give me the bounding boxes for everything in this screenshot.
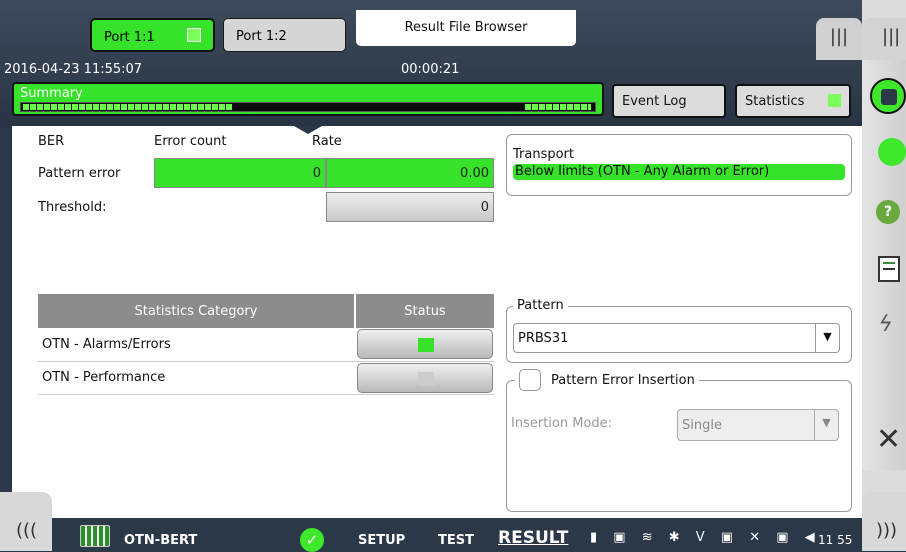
transport-panel: Transport Below limits (OTN - Any Alarm …	[506, 134, 852, 196]
pattern-error-count: 0	[154, 158, 326, 188]
port1-status-indicator	[187, 28, 201, 42]
system-tray-icons: ▮ ▣ ≋ ✱ V ▣ ✕ ▣ ◀	[590, 530, 821, 545]
statistics-status-indicator	[828, 94, 841, 107]
statistics-label: Statistics	[745, 94, 805, 109]
pattern-group: Pattern PRBS31 ▼	[506, 298, 852, 363]
tab-statistics[interactable]: Statistics	[735, 84, 851, 118]
app-icon	[80, 525, 110, 547]
insertion-mode-select[interactable]: Single ▼	[677, 409, 839, 441]
close-icon[interactable]: ✕	[876, 422, 901, 457]
insertion-mode-label: Insertion Mode:	[511, 416, 613, 431]
result-button[interactable]: RESULT	[498, 528, 568, 548]
status-button[interactable]	[357, 329, 493, 360]
elapsed-time: 00:00:21	[401, 62, 460, 77]
statistics-category-header: Statistics Category	[38, 294, 356, 328]
insertion-legend-label: Pattern Error Insertion	[551, 372, 695, 388]
menu-icon[interactable]: |||	[816, 18, 862, 60]
status-indicator	[418, 338, 434, 353]
error-count-header: Error count	[154, 134, 227, 149]
insertion-mode-value: Single	[682, 418, 722, 433]
pattern-error-insertion-checkbox[interactable]	[519, 369, 541, 391]
insertion-legend: Pattern Error Insertion	[515, 369, 699, 391]
summary-bar-segment-right	[525, 104, 591, 110]
scroll-right-button[interactable]: )))	[862, 492, 906, 551]
transport-title: Transport	[513, 147, 575, 162]
tab-event-log[interactable]: Event Log	[612, 84, 726, 118]
status-indicator	[418, 371, 434, 386]
statistics-category: OTN - Alarms/Errors	[38, 328, 355, 362]
threshold-value: 0	[326, 192, 494, 222]
ber-label: BER	[38, 134, 65, 149]
sidebar-menu-icon[interactable]: |||	[862, 18, 906, 60]
app-name: OTN-BERT	[124, 533, 198, 548]
clock: 11 55	[818, 533, 853, 547]
chevron-down-icon: ▼	[815, 324, 839, 352]
port2-label: Port 1:2	[236, 29, 287, 44]
summary-label: Summary	[20, 86, 83, 101]
transport-status: Below limits (OTN - Any Alarm or Error)	[513, 164, 845, 180]
pattern-error-rate: 0.00	[326, 158, 494, 188]
chevron-down-icon: ▼	[814, 410, 838, 440]
status-button[interactable]	[357, 362, 493, 393]
pattern-select[interactable]: PRBS31 ▼	[513, 323, 840, 353]
statistics-table: Statistics Category Status OTN - Alarms/…	[38, 294, 496, 395]
threshold-label: Threshold:	[38, 200, 107, 215]
checkmark-icon: ✓	[300, 528, 324, 552]
pattern-value: PRBS31	[518, 331, 569, 346]
table-row: OTN - Alarms/Errors	[38, 328, 495, 362]
stop-icon[interactable]	[870, 78, 906, 114]
test-button[interactable]: TEST	[438, 533, 474, 548]
summary-status-bar	[20, 102, 596, 112]
pattern-error-label: Pattern error	[38, 166, 121, 181]
report-icon[interactable]	[878, 256, 900, 282]
table-row: OTN - Performance	[38, 361, 495, 395]
summary-bar-segment-left	[23, 104, 233, 110]
scroll-left-button[interactable]: (((	[0, 492, 52, 551]
setup-button[interactable]: SETUP	[358, 533, 405, 548]
tab-pointer	[294, 126, 322, 134]
pattern-legend: Pattern	[513, 298, 568, 313]
rate-header: Rate	[312, 134, 342, 149]
date-time: 2016-04-23 11:55:07	[4, 62, 143, 77]
statistics-category: OTN - Performance	[38, 361, 355, 395]
status-header: Status	[355, 294, 496, 328]
summary-tab[interactable]: Summary	[12, 82, 604, 116]
event-log-label: Event Log	[622, 94, 687, 109]
green-status-icon[interactable]	[878, 138, 906, 166]
tab-port-1-1[interactable]: Port 1:1	[90, 18, 215, 52]
pattern-error-insertion-group: Pattern Error Insertion Insertion Mode: …	[506, 369, 852, 512]
help-icon[interactable]: ?	[876, 200, 900, 224]
tab-port-1-2[interactable]: Port 1:2	[223, 18, 346, 52]
main-panel: BER Error count Rate Pattern error 0 0.0…	[12, 126, 862, 518]
result-file-browser-button[interactable]: Result File Browser	[356, 10, 576, 46]
port1-label: Port 1:1	[104, 30, 155, 45]
